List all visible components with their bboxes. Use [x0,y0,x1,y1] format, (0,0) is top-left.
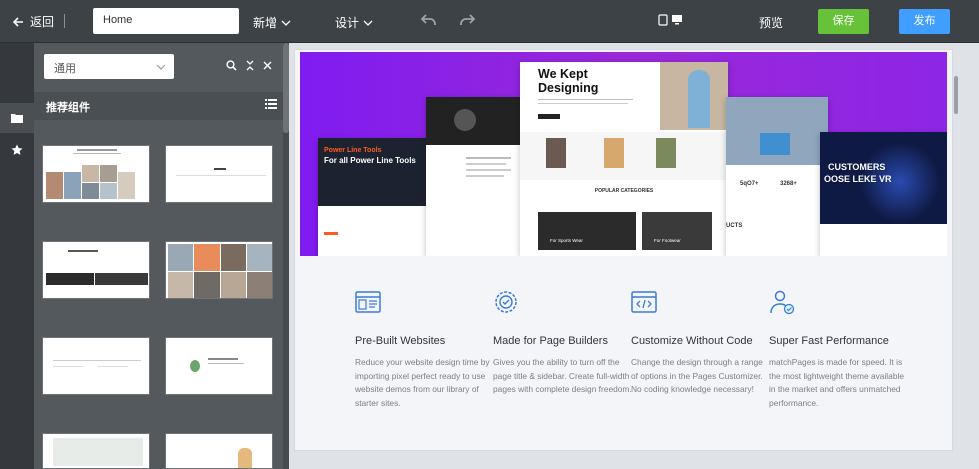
close-icon[interactable] [263,61,272,70]
feature-desc: Change the design through a range of opt… [631,357,763,394]
demo-card-dashboard [426,97,522,256]
save-button[interactable]: 保存 [818,9,869,34]
component-thumbnail[interactable] [165,145,273,203]
desktop-icon[interactable] [671,14,683,25]
hero-section[interactable]: Power Line Tools For all Power Line Tool… [300,52,947,256]
back-button[interactable]: 返回 [12,13,54,30]
feature-desc: Reduce your website design time by impor… [355,357,490,408]
page-preview: Power Line Tools For all Power Line Tool… [295,50,952,450]
chevron-down-icon [281,20,291,26]
top-toolbar: 返回 Home 新增 设计 预览 保存 发布 [0,0,979,43]
panel-heading-label: 推荐组件 [46,102,90,114]
feature-title: Made for Page Builders [493,335,608,347]
code-window-icon [631,291,657,313]
list-icon[interactable] [265,99,277,109]
demo-card-vr: CUSTOMERS OOSE LEKE VR [820,132,947,256]
panel-heading: 推荐组件 [34,92,283,120]
component-thumbnail[interactable] [42,145,150,203]
category-footwear: For Footwear [654,238,681,243]
powerline-sub: For all Power Line Tools [324,156,416,165]
page-name-input[interactable]: Home [93,8,239,34]
demo-card-shop: 5qO7+ 3268+ UCTS [726,97,828,256]
user-badge-icon [770,290,795,315]
feature-page-builders: Made for Page Builders Gives you the abi… [493,288,633,397]
design-menu[interactable]: 设计 [335,14,373,31]
gear-check-icon [495,291,517,313]
feature-title: Super Fast Performance [769,335,889,347]
design-menu-label: 设计 [335,16,360,30]
stat-one: 5qO7+ [740,181,759,187]
component-thumbnail[interactable] [42,241,150,299]
feature-prebuilt: Pre-Built Websites Reduce your website d… [355,288,495,410]
editor-canvas: Power Line Tools For all Power Line Tool… [289,43,979,469]
feature-title: Customize Without Code [631,335,753,347]
add-menu-label: 新增 [253,16,278,30]
feature-title: Pre-Built Websites [355,335,446,347]
component-thumbnail[interactable] [42,433,150,469]
hero-headline-2: Designing [538,81,599,95]
component-thumbnail[interactable] [42,337,150,395]
rail-favorites[interactable] [0,135,34,165]
category-sports: For Sports Wear [550,238,583,243]
chevron-down-icon [363,20,373,26]
component-thumbnail[interactable] [165,337,273,395]
hero-headline-1: We Kept [538,67,588,81]
stat-two: 3268+ [780,181,797,187]
publish-button[interactable]: 发布 [899,9,950,34]
add-menu[interactable]: 新增 [253,14,291,31]
tablet-icon[interactable] [658,14,668,26]
rail-folder[interactable] [0,103,34,133]
undo-icon[interactable] [420,11,438,29]
chevron-down-icon [156,64,166,70]
demo-card-designing: We Kept Designing POPULAR CATEGORIES For… [520,62,728,256]
arrow-left-icon [12,16,23,27]
feature-customize: Customize Without Code Change the design… [631,288,771,397]
folder-icon [11,114,23,123]
component-thumbnail[interactable] [165,433,273,469]
feature-desc: Gives you the ability to turn off the pa… [493,357,632,394]
vr-text: OOSE LEKE VR [824,174,892,184]
category-select-value: 通用 [54,63,76,75]
products-label: UCTS [726,223,743,229]
feature-performance: Super Fast Performance matchPages is mad… [769,288,909,410]
customers-text: CUSTOMERS [828,162,886,172]
component-thumbnail[interactable] [165,241,273,299]
canvas-scrollbar-thumb[interactable] [954,76,958,114]
search-icon[interactable] [226,60,237,71]
star-icon [11,144,23,155]
preview-button[interactable]: 预览 [759,14,783,31]
left-rail [0,43,34,469]
redo-icon[interactable] [458,11,476,29]
collapse-icon[interactable] [245,60,255,71]
back-label: 返回 [30,15,55,29]
website-layout-icon [355,291,381,313]
component-panel: 通用 推荐组件 [34,43,283,469]
powerline-title: Power Line Tools [324,147,382,154]
popular-categories: POPULAR CATEGORIES [594,188,654,194]
divider [64,14,65,28]
category-select[interactable]: 通用 [44,54,174,79]
feature-desc: matchPages is made for speed. It is the … [769,357,905,408]
demo-card-powerline: Power Line Tools For all Power Line Tool… [318,138,428,256]
